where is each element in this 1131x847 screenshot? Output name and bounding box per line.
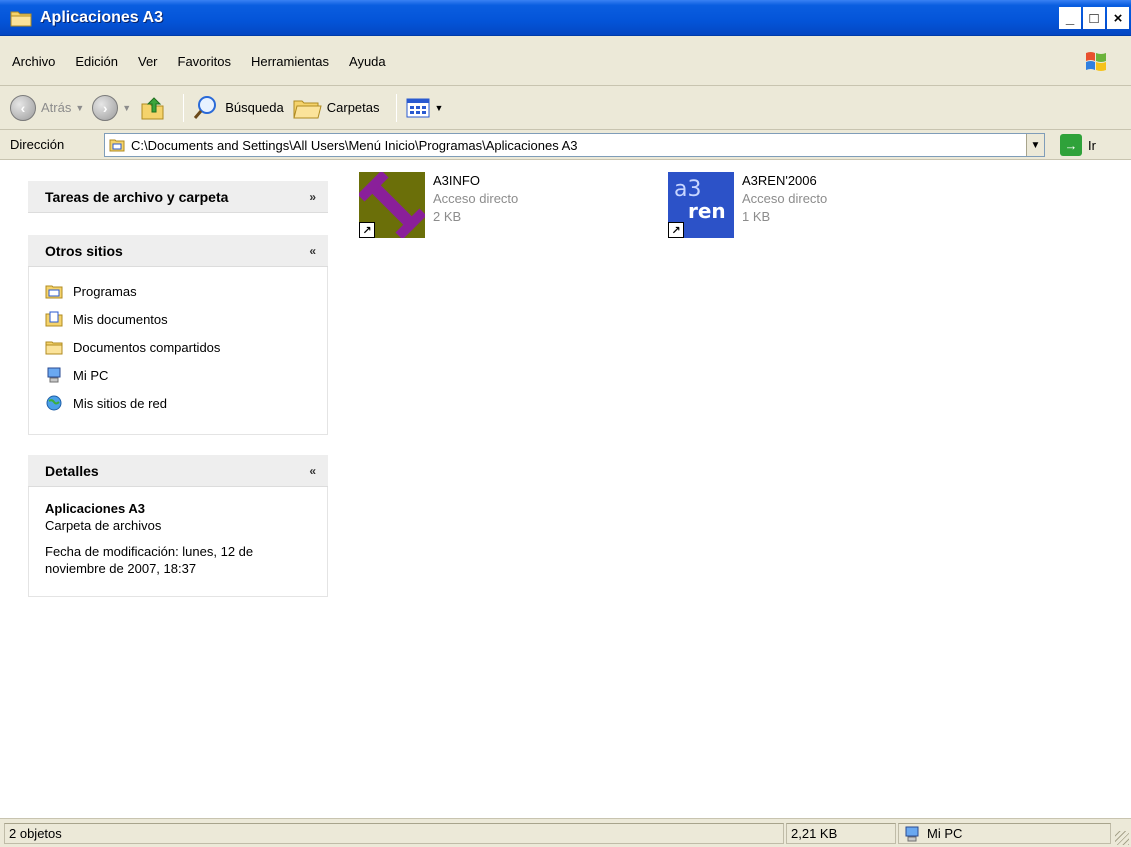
file-item-a3ren[interactable]: a3 ren ↗ A3REN'2006 Acceso directo 1 KB <box>668 172 827 238</box>
task-pane: Tareas de archivo y carpeta » Otros siti… <box>0 161 345 817</box>
details-header[interactable]: Detalles « <box>28 455 328 487</box>
programs-folder-icon <box>109 139 125 152</box>
menu-ver[interactable]: Ver <box>138 54 158 69</box>
up-folder-button[interactable] <box>139 94 167 122</box>
menu-bar: Archivo Edición Ver Favoritos Herramient… <box>0 36 1131 86</box>
status-count-text: 2 objetos <box>9 826 62 841</box>
collapse-chevron-icon[interactable]: « <box>309 464 316 478</box>
file-name: A3INFO <box>433 173 480 188</box>
details-type: Carpeta de archivos <box>45 518 162 533</box>
place-documentos-compartidos[interactable]: Documentos compartidos <box>45 333 311 361</box>
views-button[interactable]: ▼ <box>405 96 444 120</box>
file-type: Acceso directo <box>433 191 519 206</box>
status-count: 2 objetos <box>4 823 784 844</box>
a3ren-icon-text-bottom: ren <box>688 199 726 223</box>
back-button[interactable]: ‹ Atrás ▼ <box>10 94 85 121</box>
chevron-down-icon: ▼ <box>75 102 85 113</box>
back-arrow-icon: ‹ <box>10 94 36 121</box>
a3ren-icon: a3 ren ↗ <box>668 172 734 238</box>
place-label: Documentos compartidos <box>73 339 221 355</box>
place-label: Mi PC <box>73 367 109 383</box>
place-label: Mis sitios de red <box>73 395 167 411</box>
shortcut-arrow-icon: ↗ <box>668 222 684 238</box>
collapse-chevron-icon[interactable]: « <box>309 244 316 258</box>
address-input[interactable]: C:\Documents and Settings\All Users\Menú… <box>104 133 1045 157</box>
folders-button[interactable]: Carpetas <box>292 95 380 121</box>
folder-icon <box>10 11 32 26</box>
other-places-panel: Otros sitios « Programas Mis documentos <box>28 235 328 435</box>
go-arrow-icon: → <box>1060 134 1082 156</box>
search-button[interactable]: Búsqueda <box>192 94 284 122</box>
place-label: Programas <box>73 283 137 299</box>
file-tasks-header[interactable]: Tareas de archivo y carpeta » <box>28 181 328 213</box>
file-size: 1 KB <box>742 209 771 224</box>
status-bar: 2 objetos 2,21 KB Mi PC <box>0 818 1131 847</box>
file-type: Acceso directo <box>742 191 828 206</box>
other-places-title: Otros sitios <box>45 242 123 259</box>
toolbar-separator <box>183 93 185 122</box>
expand-chevron-icon[interactable]: » <box>309 190 316 204</box>
go-button[interactable]: → Ir <box>1060 134 1096 156</box>
menu-archivo[interactable]: Archivo <box>12 54 55 69</box>
my-documents-icon <box>45 311 63 327</box>
file-size: 2 KB <box>433 209 462 224</box>
other-places-header[interactable]: Otros sitios « <box>28 235 328 267</box>
folders-label: Carpetas <box>326 100 380 115</box>
details-panel: Detalles « Aplicaciones A3 Carpeta de ar… <box>28 455 328 597</box>
window-title: Aplicaciones A3 <box>40 8 164 26</box>
up-folder-icon <box>141 96 164 119</box>
place-mis-documentos[interactable]: Mis documentos <box>45 305 311 333</box>
folder-icon <box>45 341 63 355</box>
computer-icon <box>47 367 61 383</box>
maximize-button[interactable]: □ <box>1083 7 1105 29</box>
search-icon <box>194 95 217 119</box>
search-label: Búsqueda <box>225 100 284 115</box>
status-size-text: 2,21 KB <box>791 826 838 841</box>
forward-arrow-icon: › <box>92 94 119 121</box>
file-tasks-title: Tareas de archivo y carpeta <box>45 188 229 205</box>
file-item-a3info[interactable]: ↗ A3INFO Acceso directo 2 KB <box>357 170 519 240</box>
status-size: 2,21 KB <box>786 823 896 844</box>
toolbar: ‹ Atrás ▼ › ▼ Búsqueda Carpetas ▼ <box>0 86 1131 130</box>
programs-folder-icon <box>45 285 63 299</box>
menu-ayuda[interactable]: Ayuda <box>349 54 386 69</box>
chevron-down-icon: ▼ <box>122 102 132 113</box>
address-dropdown-button[interactable]: ▼ <box>1026 134 1044 156</box>
go-label: Ir <box>1088 137 1096 153</box>
file-name: A3REN'2006 <box>742 173 817 188</box>
menu-favoritos[interactable]: Favoritos <box>178 54 231 69</box>
details-modified: Fecha de modificación: lunes, 12 de novi… <box>45 544 254 576</box>
windows-logo-icon <box>1086 52 1106 71</box>
place-programas[interactable]: Programas <box>45 277 311 305</box>
address-bar: Dirección C:\Documents and Settings\All … <box>0 130 1131 160</box>
chevron-down-icon: ▼ <box>434 102 444 113</box>
file-tasks-panel: Tareas de archivo y carpeta » <box>28 181 328 213</box>
address-label: Dirección <box>10 137 65 152</box>
details-title: Detalles <box>45 462 99 479</box>
a3info-icon: ↗ <box>357 170 427 240</box>
place-mi-pc[interactable]: Mi PC <box>45 361 311 389</box>
forward-button[interactable]: › ▼ <box>92 94 132 121</box>
shortcut-arrow-icon: ↗ <box>359 222 375 238</box>
close-button[interactable]: × <box>1107 7 1129 29</box>
status-location: Mi PC <box>898 823 1111 844</box>
menu-herramientas[interactable]: Herramientas <box>251 54 329 69</box>
folders-icon <box>293 100 322 118</box>
minimize-button[interactable]: _ <box>1059 7 1081 29</box>
other-places-body: Programas Mis documentos Documentos comp… <box>28 267 328 435</box>
resize-grip[interactable] <box>1115 831 1129 845</box>
back-label: Atrás <box>41 100 72 115</box>
menu-edicion[interactable]: Edición <box>75 54 118 69</box>
details-body: Aplicaciones A3 Carpeta de archivos Fech… <box>28 487 328 597</box>
status-location-text: Mi PC <box>927 826 963 841</box>
address-value: C:\Documents and Settings\All Users\Menú… <box>131 137 578 153</box>
computer-icon <box>905 826 919 841</box>
place-mis-sitios-de-red[interactable]: Mis sitios de red <box>45 389 311 417</box>
views-icon <box>406 98 429 117</box>
details-name: Aplicaciones A3 <box>45 501 145 516</box>
toolbar-separator <box>395 93 397 122</box>
place-label: Mis documentos <box>73 311 168 327</box>
title-bar[interactable]: Aplicaciones A3 _ □ × <box>0 0 1131 36</box>
network-icon <box>46 395 62 411</box>
